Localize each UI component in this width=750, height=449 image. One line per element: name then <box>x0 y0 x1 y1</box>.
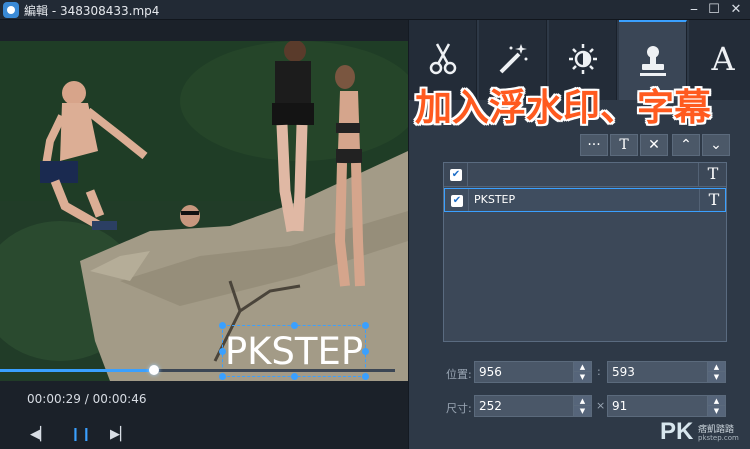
scissors-icon <box>429 43 457 75</box>
list-item[interactable]: ✔ T <box>444 163 726 187</box>
stepper: ▲ ▼ <box>707 362 725 382</box>
list-item[interactable]: ✔ PKSTEP T <box>444 188 726 212</box>
stamp-icon <box>640 46 666 76</box>
window-title: 編輯 - 348308433.mp4 <box>24 4 160 18</box>
timecode: 00:00:29 / 00:00:46 <box>27 392 147 406</box>
resize-handle[interactable] <box>291 322 298 329</box>
text-type-icon: T <box>707 164 719 183</box>
resize-handle[interactable] <box>362 373 369 380</box>
resize-handle[interactable] <box>362 322 369 329</box>
video-preview[interactable]: PKSTEP <box>0 41 408 381</box>
previous-icon: ◀▏ <box>30 427 50 442</box>
seek-handle[interactable] <box>149 365 159 375</box>
previous-frame-button[interactable]: ◀▏ <box>30 426 50 444</box>
item-checkbox[interactable]: ✔ <box>450 169 462 181</box>
increment-icon[interactable]: ▲ <box>574 396 591 406</box>
title-bar: 編輯 - 348308433.mp4 ⎯ ☐ ✕ <box>0 0 750 20</box>
seek-bar[interactable] <box>0 365 395 375</box>
brightness-icon <box>569 44 597 74</box>
stepper: ▲ ▼ <box>573 362 591 382</box>
resize-handle[interactable] <box>219 373 226 380</box>
increment-icon[interactable]: ▲ <box>574 362 591 372</box>
stepper: ▲ ▼ <box>707 396 725 416</box>
position-label: 位置: <box>446 368 472 381</box>
more-options-button[interactable]: ··· <box>580 134 608 156</box>
logo-text: PK <box>660 418 694 445</box>
next-icon: ▶▏ <box>110 427 130 442</box>
close-button[interactable]: ✕ <box>728 2 744 18</box>
size-height-value: 91 <box>612 399 628 413</box>
pause-icon: ❙❙ <box>70 427 92 442</box>
next-frame-button[interactable]: ▶▏ <box>110 426 130 444</box>
size-width-input[interactable]: 252 ▲ ▼ <box>474 395 592 417</box>
move-down-button[interactable]: ⌄ <box>702 134 730 156</box>
separator: : <box>597 365 601 378</box>
divider <box>698 163 699 186</box>
delete-button[interactable]: ✕ <box>640 134 668 156</box>
site-logo: PK 痞凱踏踏 pkstep.com <box>660 418 748 446</box>
resize-handle[interactable] <box>219 322 226 329</box>
separator: × <box>596 399 606 412</box>
increment-icon[interactable]: ▲ <box>708 396 725 406</box>
item-label: PKSTEP <box>474 193 516 206</box>
decrement-icon[interactable]: ▼ <box>708 406 725 416</box>
divider <box>467 163 468 186</box>
video-pane: PKSTEP 00:00:29 / 00:00:46 ◀▏ ❙❙ ▶▏ <box>0 20 408 449</box>
watermark-list: ✔ T ✔ PKSTEP T <box>443 162 727 342</box>
decrement-icon[interactable]: ▼ <box>574 406 591 416</box>
stepper: ▲ ▼ <box>573 396 591 416</box>
decrement-icon[interactable]: ▼ <box>708 372 725 382</box>
resize-handle[interactable] <box>291 373 298 380</box>
move-up-button[interactable]: ⌃ <box>672 134 700 156</box>
position-y-input[interactable]: 593 ▲ ▼ <box>607 361 726 383</box>
minimize-button[interactable]: ⎯ <box>686 2 702 18</box>
resize-handle[interactable] <box>219 348 226 355</box>
size-height-input[interactable]: 91 ▲ ▼ <box>607 395 726 417</box>
position-y-value: 593 <box>612 365 635 379</box>
text-type-icon: T <box>708 190 720 209</box>
decrement-icon[interactable]: ▼ <box>574 372 591 382</box>
text-icon: A <box>711 40 735 78</box>
size-width-value: 252 <box>479 399 502 413</box>
divider <box>468 189 469 211</box>
app-icon <box>3 2 19 18</box>
add-text-button[interactable]: T <box>610 134 638 156</box>
pause-button[interactable]: ❙❙ <box>70 426 92 444</box>
seek-progress <box>0 369 154 372</box>
resize-handle[interactable] <box>362 348 369 355</box>
position-x-input[interactable]: 956 ▲ ▼ <box>474 361 592 383</box>
item-checkbox[interactable]: ✔ <box>451 195 463 207</box>
maximize-button[interactable]: ☐ <box>706 2 722 18</box>
caption-overlay: 加入浮水印、字幕 <box>415 86 711 129</box>
increment-icon[interactable]: ▲ <box>708 362 725 372</box>
position-x-value: 956 <box>479 365 502 379</box>
logo-url: pkstep.com <box>698 434 739 442</box>
magic-wand-icon <box>499 44 528 74</box>
size-label: 尺寸: <box>446 402 472 415</box>
divider <box>699 189 700 211</box>
